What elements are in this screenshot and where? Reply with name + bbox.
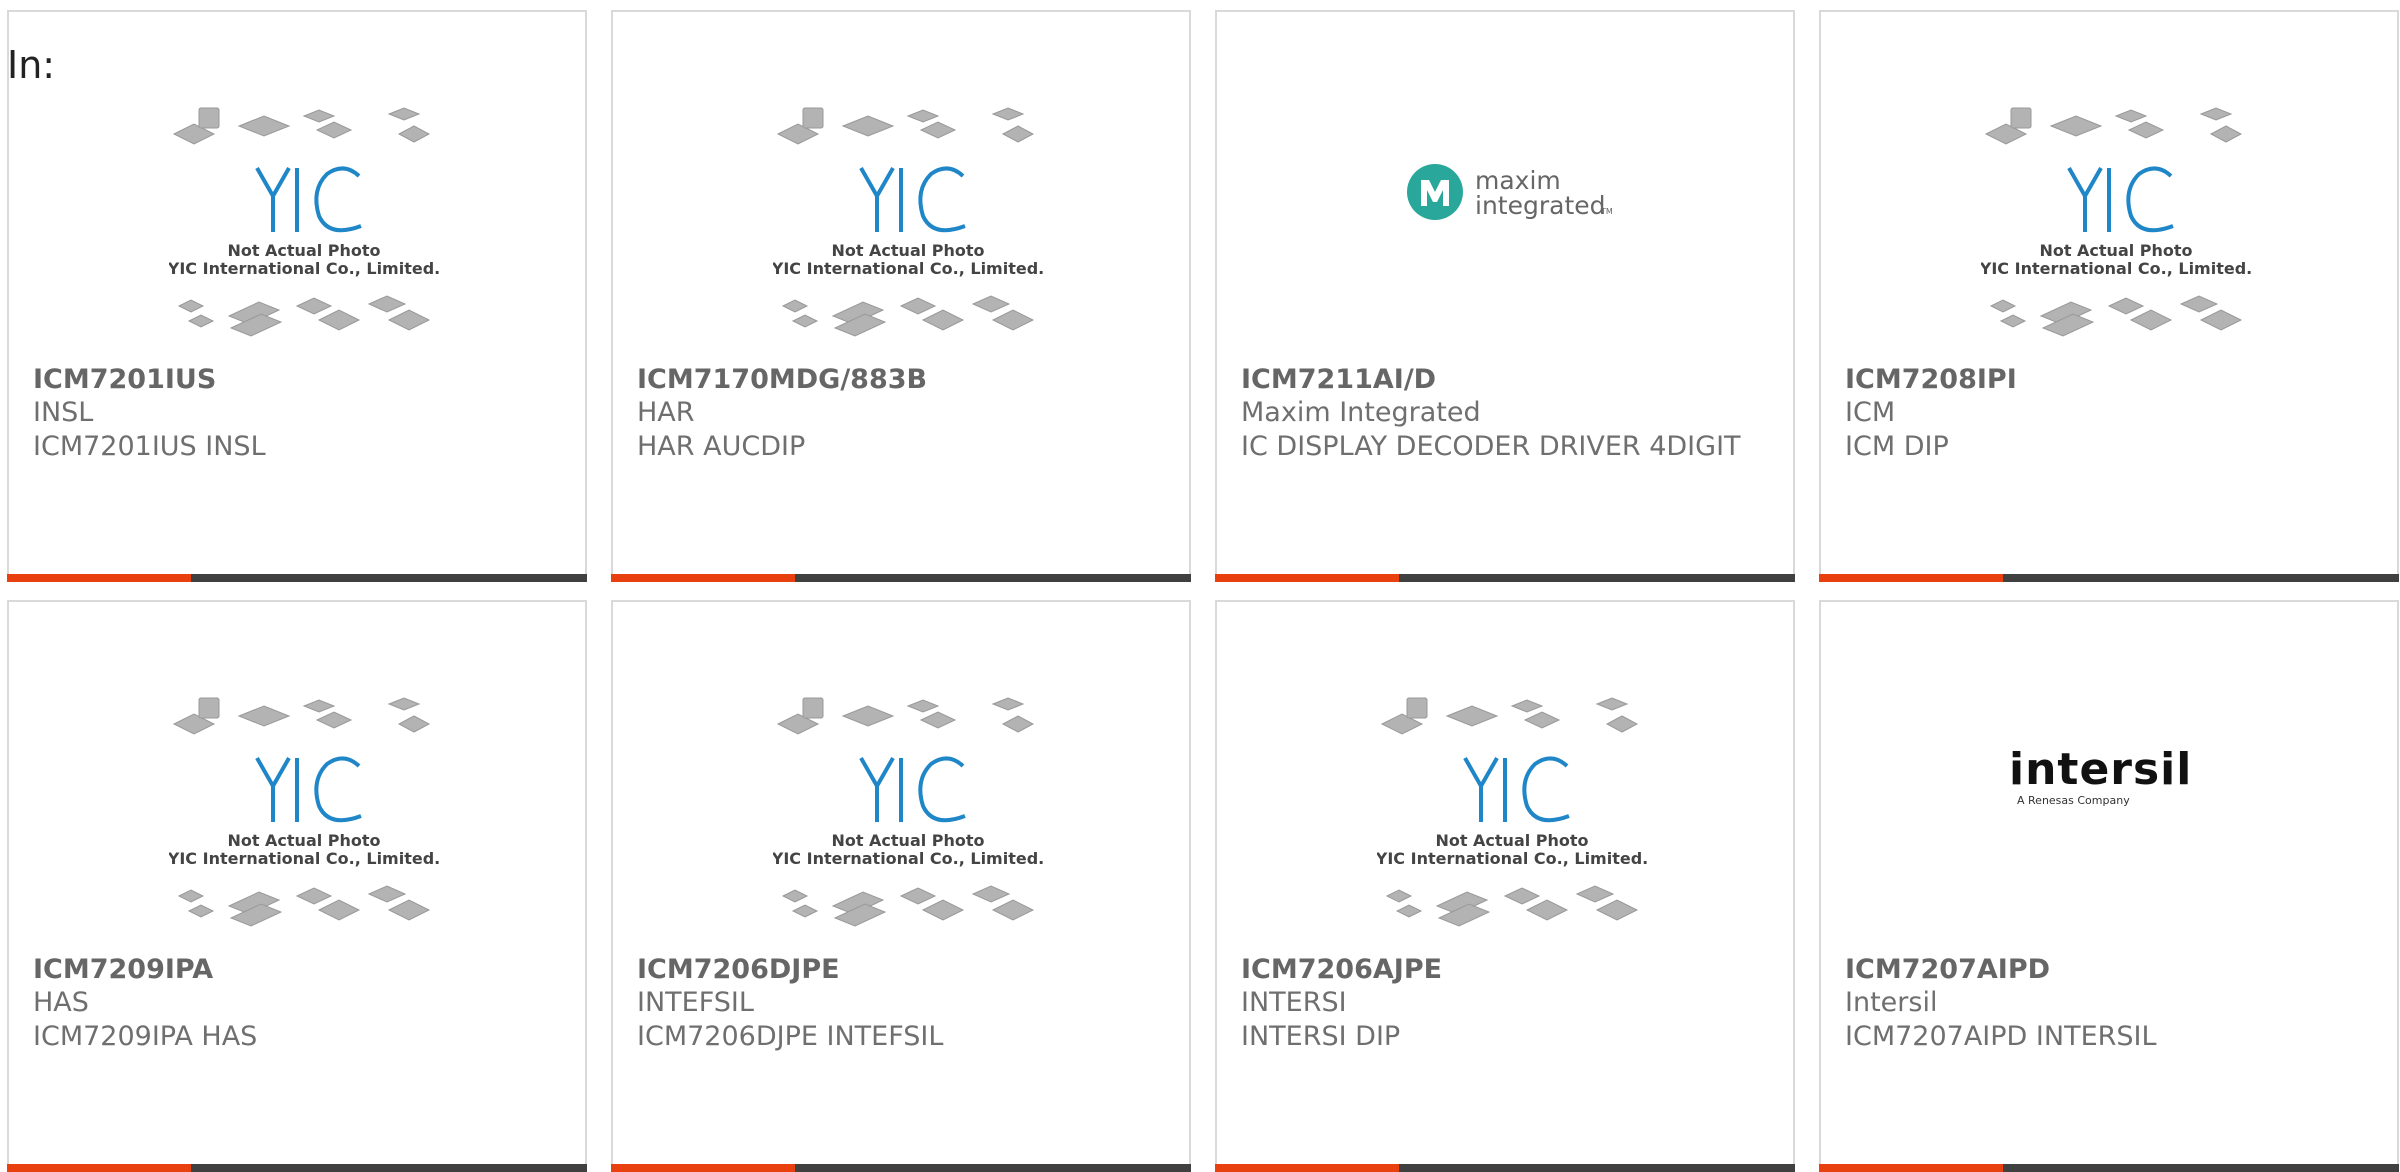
card-accent-bar: [1819, 1164, 2003, 1172]
product-card[interactable]: intersil A Renesas Company ICM7207AIPD I…: [1819, 600, 2399, 1172]
product-card[interactable]: Not Actual Photo YIC International Co., …: [1819, 10, 2399, 582]
description: ICM7207AIPD INTERSIL: [1845, 1021, 2157, 1052]
product-thumbnail: Not Actual Photo YIC International Co., …: [1821, 12, 2397, 352]
card-footer-bar: [1215, 574, 1795, 582]
placeholder-photo-icon: Not Actual Photo YIC International Co., …: [773, 107, 1043, 337]
svg-text:Not Actual Photo: Not Actual Photo: [2039, 241, 2192, 260]
card-footer-bar: [1819, 574, 2399, 582]
product-card[interactable]: Not Actual Photo YIC International Co., …: [1215, 600, 1795, 1172]
product-thumbnail: Not Actual Photo YIC International Co., …: [1217, 602, 1793, 942]
card-accent-bar: [7, 574, 191, 582]
card-accent-bar: [7, 1164, 191, 1172]
placeholder-photo-icon: Not Actual Photo YIC International Co., …: [1981, 107, 2251, 337]
card-footer-bar: [611, 574, 1191, 582]
product-thumbnail: Not Actual Photo YIC International Co., …: [9, 12, 585, 352]
product-thumbnail: Not Actual Photo YIC International Co., …: [613, 602, 1189, 942]
manufacturer: Maxim Integrated: [1241, 397, 1481, 428]
manufacturer: INSL: [33, 397, 94, 428]
maxim-logo-icon: maxim integrated TM: [1407, 164, 1613, 220]
product-card[interactable]: Not Actual Photo YIC International Co., …: [611, 600, 1191, 1172]
card-accent-bar: [611, 574, 795, 582]
product-card[interactable]: Not Actual Photo YIC International Co., …: [7, 600, 587, 1172]
product-thumbnail: maxim integrated TM: [1217, 12, 1793, 352]
card-footer-bar: [7, 574, 587, 582]
product-card[interactable]: Not Actual Photo YIC International Co., …: [611, 10, 1191, 582]
svg-text:Not Actual Photo: Not Actual Photo: [831, 241, 984, 260]
description: INTERSI DIP: [1241, 1021, 1401, 1052]
part-number[interactable]: ICM7170MDG/883B: [637, 362, 927, 398]
part-number[interactable]: ICM7209IPA: [33, 952, 213, 988]
product-card[interactable]: maxim integrated TM ICM7211AI/D Maxim In…: [1215, 10, 1795, 582]
manufacturer: ICM: [1845, 397, 1896, 428]
card-accent-bar: [1819, 574, 2003, 582]
intersil-logo-icon: intersil A Renesas Company: [2009, 744, 2192, 807]
svg-text:YIC International Co., Limited: YIC International Co., Limited.: [1377, 849, 1647, 868]
description: ICM7206DJPE INTEFSIL: [637, 1021, 944, 1052]
part-number[interactable]: ICM7211AI/D: [1241, 362, 1436, 398]
svg-text:Not Actual Photo: Not Actual Photo: [227, 831, 380, 850]
product-card[interactable]: Not Actual Photo YIC International Co., …: [7, 10, 587, 582]
part-number[interactable]: ICM7208IPI: [1845, 362, 2017, 398]
manufacturer: HAR: [637, 397, 695, 428]
manufacturer: INTERSI: [1241, 987, 1347, 1018]
card-footer-bar: [1215, 1164, 1795, 1172]
svg-text:Not Actual Photo: Not Actual Photo: [1435, 831, 1588, 850]
svg-text:A Renesas Company: A Renesas Company: [2017, 794, 2130, 807]
part-number[interactable]: ICM7206AJPE: [1241, 952, 1442, 988]
part-number[interactable]: ICM7207AIPD: [1845, 952, 2050, 988]
svg-text:YIC International Co., Limited: YIC International Co., Limited.: [169, 259, 439, 278]
description: ICM7201IUS INSL: [33, 431, 266, 462]
svg-text:YIC International Co., Limited: YIC International Co., Limited.: [1981, 259, 2251, 278]
manufacturer: Intersil: [1845, 987, 1938, 1018]
svg-text:YIC International Co., Limited: YIC International Co., Limited.: [773, 259, 1043, 278]
svg-text:Not Actual Photo: Not Actual Photo: [831, 831, 984, 850]
manufacturer: INTEFSIL: [637, 987, 754, 1018]
card-footer-bar: [7, 1164, 587, 1172]
card-footer-bar: [1819, 1164, 2399, 1172]
description: ICM7209IPA HAS: [33, 1021, 258, 1052]
part-number[interactable]: ICM7201IUS: [33, 362, 216, 398]
svg-text:integrated: integrated: [1475, 191, 1606, 220]
description: IC DISPLAY DECODER DRIVER 4DIGIT: [1241, 431, 1741, 462]
product-thumbnail: Not Actual Photo YIC International Co., …: [613, 12, 1189, 352]
product-thumbnail: intersil A Renesas Company: [1821, 602, 2397, 942]
placeholder-photo-icon: Not Actual Photo YIC International Co., …: [169, 107, 439, 337]
description: ICM DIP: [1845, 431, 1949, 462]
placeholder-photo-icon: Not Actual Photo YIC International Co., …: [773, 697, 1043, 927]
part-number[interactable]: ICM7206DJPE: [637, 952, 840, 988]
svg-text:Not Actual Photo: Not Actual Photo: [227, 241, 380, 260]
card-footer-bar: [611, 1164, 1191, 1172]
description: HAR AUCDIP: [637, 431, 806, 462]
card-accent-bar: [1215, 1164, 1399, 1172]
placeholder-photo-icon: Not Actual Photo YIC International Co., …: [1377, 697, 1647, 927]
card-accent-bar: [611, 1164, 795, 1172]
svg-text:YIC International Co., Limited: YIC International Co., Limited.: [773, 849, 1043, 868]
manufacturer: HAS: [33, 987, 89, 1018]
svg-text:intersil: intersil: [2009, 744, 2192, 795]
svg-text:YIC International Co., Limited: YIC International Co., Limited.: [169, 849, 439, 868]
placeholder-photo-icon: Not Actual Photo YIC International Co., …: [169, 697, 439, 927]
filter-label: In:: [7, 43, 56, 87]
card-accent-bar: [1215, 574, 1399, 582]
product-thumbnail: Not Actual Photo YIC International Co., …: [9, 602, 585, 942]
svg-text:TM: TM: [1600, 207, 1613, 216]
